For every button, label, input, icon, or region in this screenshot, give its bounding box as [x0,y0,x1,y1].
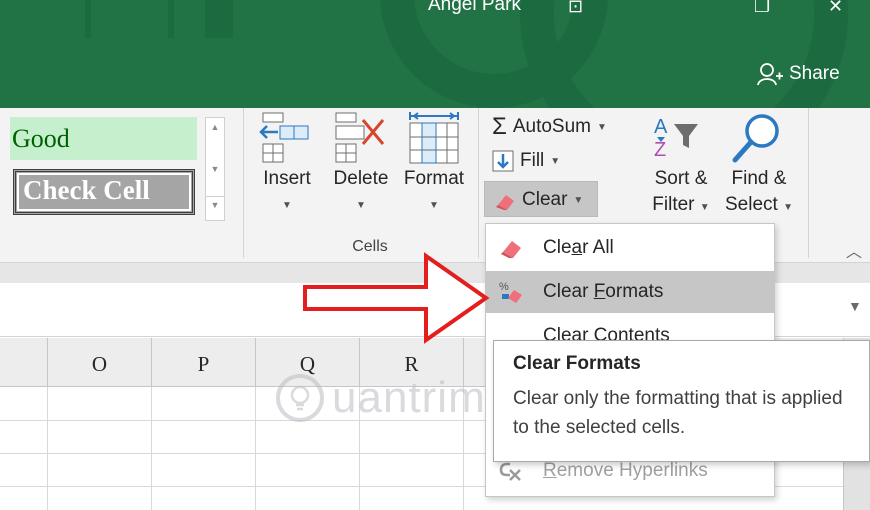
svg-text:A: A [654,116,668,138]
restore-button[interactable]: ❐ [754,0,770,17]
tooltip-title: Clear Formats [513,353,641,374]
cell-styles-gallery: Good Check Cell [10,117,202,221]
chevron-down-icon: ▼ [550,155,561,167]
group-divider [808,108,809,258]
chevron-down-icon: ▼ [783,202,793,213]
column-header-p[interactable]: P [152,338,256,386]
gallery-more-icon[interactable]: ▼ [206,196,224,210]
delete-label: Delete [333,168,389,189]
share-label: Share [789,63,840,84]
gallery-down-arrow-icon[interactable]: ▼ [206,164,224,174]
insert-cells-icon [258,110,316,168]
grid-line [47,387,48,510]
share-button[interactable]: Share [757,60,840,88]
menu-item-label: Remove Hyperlinks [543,460,708,481]
title-pattern [205,0,233,38]
expand-formula-bar-icon[interactable]: ▼ [848,298,862,314]
autosum-button[interactable]: Σ AutoSum ▼ [492,112,607,142]
svg-text:Z: Z [654,139,666,161]
tooltip-body: Clear only the formatting that is applie… [513,388,843,438]
workbook-title: Angel Park [428,0,521,15]
clear-button-content[interactable]: Clear ▼ [494,185,583,215]
delete-cells-icon [326,110,396,168]
clear-label: Clear [522,189,568,210]
column-header-blank[interactable] [0,338,48,386]
svg-text:%: % [499,281,509,293]
magnifier-icon [718,110,800,168]
collapse-ribbon-icon[interactable]: ︿ [846,238,862,262]
menu-item-clear-all[interactable]: Clear All [486,227,774,269]
annotation-arrow-icon [303,252,490,344]
sort-filter-label-2: Filter ▼ [652,194,710,215]
group-divider [478,108,479,258]
grid-line [151,387,152,510]
delete-button[interactable]: Delete ▼ [326,110,396,211]
column-header-o[interactable]: O [48,338,152,386]
clear-formats-tooltip: Clear Formats Clear only the formatting … [493,340,870,462]
format-button[interactable]: Format ▼ [398,110,470,211]
ribbon-display-options-button[interactable]: ⊡ [568,0,583,17]
style-check-cell[interactable]: Check Cell [13,169,195,215]
eraser-icon [496,195,514,210]
insert-button[interactable]: Insert ▼ [258,110,316,211]
insert-label: Insert [263,168,311,189]
format-cells-icon [398,110,470,168]
watermark-logo-icon [276,374,324,422]
eraser-icon [501,241,521,258]
styles-gallery-scroll[interactable]: ▲ ▼ ▼ [205,117,225,221]
gallery-up-arrow-icon[interactable]: ▲ [206,122,224,132]
chevron-down-icon: ▼ [356,200,366,211]
sort-filter-icon: A Z [645,110,717,168]
title-pattern [85,0,91,38]
sort-filter-label: Sort & [654,168,708,189]
fill-label: Fill [520,150,545,171]
find-select-button[interactable]: Find & Select ▼ [718,110,800,216]
chevron-down-icon: ▼ [699,202,710,213]
menu-item-label: Clear All [543,237,614,258]
title-bar: Angel Park ⊡ ❐ ✕ Share [0,0,870,108]
share-person-icon [757,63,783,86]
autosum-label: AutoSum [512,116,591,137]
grid-line [255,387,256,510]
find-select-label-2: Select ▼ [725,194,793,215]
menu-item-label: Clear Formats [543,281,664,302]
sigma-icon: Σ [492,113,507,140]
fill-down-icon [492,150,514,172]
sort-filter-button[interactable]: A Z Sort & Filter ▼ [645,110,717,216]
format-label: Format [403,168,465,189]
close-button[interactable]: ✕ [828,0,843,17]
find-select-label: Find & [731,168,787,189]
chevron-down-icon: ▼ [429,200,439,211]
chevron-down-icon: ▼ [282,200,292,211]
chevron-down-icon: ▼ [597,121,607,133]
title-pattern [168,0,174,38]
fill-button[interactable]: Fill ▼ [492,146,560,176]
style-good[interactable]: Good [10,117,197,160]
menu-item-clear-formats[interactable]: % Clear Formats [486,271,774,313]
group-divider [243,108,244,258]
chevron-down-icon: ▼ [573,194,584,206]
clear-formats-icon: % [499,281,522,303]
